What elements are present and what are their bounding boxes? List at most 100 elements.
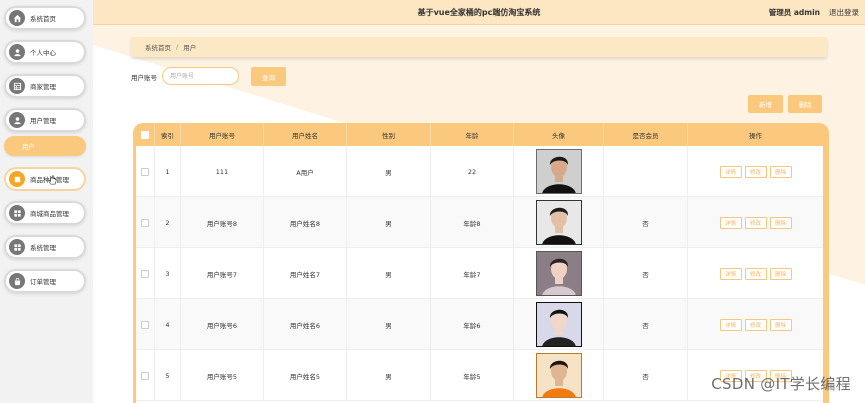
batch-delete-button[interactable]: 删除 [788,95,822,113]
sidebar-item-label: 用户 [22,143,35,151]
row-actions: 详情 修改 删除 [719,216,792,229]
sidebar-item-merchant[interactable]: 商家管理 [4,74,86,98]
edit-button[interactable]: 修改 [744,165,767,178]
avatar-image [535,200,582,245]
member-cell [604,146,688,197]
gender-cell: 男 [347,146,431,197]
breadcrumb-home[interactable]: 系统首页 [145,42,171,52]
sidebar-item-system[interactable]: 系统管理 [4,235,86,259]
detail-button[interactable]: 详情 [719,216,742,229]
avatar-image [535,302,582,347]
avatar-cell [514,146,604,197]
sidebar-item-label: 系统首页 [30,15,56,23]
row-actions: 详情 修改 删除 [719,267,792,280]
delete-button[interactable]: 删除 [769,267,792,280]
sidebar-item-profile[interactable]: 个人中心 [4,40,86,64]
index-cell: 1 [155,146,181,197]
user-icon [9,112,25,128]
user-icon [9,44,25,60]
delete-button[interactable]: 删除 [769,216,792,229]
account-cell: 用户账号8 [181,197,264,248]
main-content: 系统首页 / 用户 用户账号 查询 新增 删除 索引 用户账号 用户姓名 性别 … [93,25,865,403]
row-actions: 详情 修改 删除 [719,318,792,331]
search-input[interactable] [162,67,239,85]
table-body: 1 111 A用户男 22 详情 修改 删除 2 用户账号8 用户姓名8 男年龄8 否详情 修改 删除 3 用… [136,146,823,403]
table-header: 索引 用户账号 用户姓名 性别 年龄 头像 是否会员 操作 [133,123,829,146]
age-cell: 年龄5 [431,350,514,401]
sidebar-item-user-mgmt[interactable]: 用户管理 [4,108,86,132]
add-button[interactable]: 新增 [748,95,783,113]
actions-cell: 详情 修改 删除 [688,248,823,299]
edit-button[interactable]: 修改 [744,318,767,331]
avatar-cell [514,350,604,401]
page-title: 基于vue全家桶的pc端仿淘宝系统 [417,8,541,17]
table-row: 4 用户账号6 用户姓名6 男年龄6 否 详情 修改 删除 [136,299,823,350]
row-select-cell [136,146,155,197]
gender-cell: 男 [347,197,431,248]
sidebar-item-products[interactable]: 商城商品管理 [4,201,86,225]
avatar-cell [514,248,604,299]
query-button[interactable]: 查询 [251,67,286,86]
name-cell: A用户 [264,146,347,197]
name-cell: 用户姓名6 [264,299,347,350]
column-header: 用户账号 [181,123,264,146]
breadcrumb-current: 用户 [183,44,197,52]
row-checkbox[interactable] [141,218,149,227]
category-icon [9,171,25,187]
age-cell: 年龄8 [431,197,514,248]
user-table: 索引 用户账号 用户姓名 性别 年龄 头像 是否会员 操作 1 111 A用户男 22… [133,123,829,403]
column-header: 年龄 [431,123,514,146]
row-checkbox[interactable] [141,371,149,380]
actions-cell: 详情 修改 删除 [688,299,823,350]
name-cell: 用户姓名5 [264,350,347,401]
apps-icon [9,239,25,255]
sidebar-item-label: 个人中心 [30,49,56,57]
gender-cell: 男 [347,248,431,299]
member-cell: 否 [604,350,688,401]
column-header: 用户姓名 [264,123,347,146]
bag-icon [9,273,25,289]
row-select-cell [136,299,155,350]
column-header: 性别 [347,123,431,146]
top-header: 基于vue全家桶的pc端仿淘宝系统 管理员 admin 退出登录 [93,0,865,25]
edit-button[interactable]: 修改 [744,267,767,280]
index-cell: 2 [155,197,181,248]
delete-button[interactable]: 删除 [769,318,792,331]
account-cell: 用户账号6 [181,299,264,350]
current-user: 管理员 admin [768,8,820,17]
sidebar-item-orders[interactable]: 订单管理 [4,269,86,293]
gender-cell: 男 [347,299,431,350]
row-actions: 详情 修改 删除 [719,165,792,178]
row-checkbox[interactable] [141,167,149,176]
table-row: 2 用户账号8 用户姓名8 男年龄8 否 详情 修改 删除 [136,197,823,248]
detail-button[interactable]: 详情 [719,318,742,331]
name-cell: 用户姓名8 [264,197,347,248]
row-checkbox[interactable] [141,269,149,278]
avatar-image [535,251,582,296]
age-cell: 年龄6 [431,299,514,350]
avatar-image [535,353,582,398]
breadcrumb-separator: / [176,43,179,51]
edit-button[interactable]: 修改 [744,216,767,229]
delete-button[interactable]: 删除 [769,165,792,178]
age-cell: 22 [431,146,514,197]
gender-cell: 男 [347,350,431,401]
member-cell: 否 [604,248,688,299]
logout-link[interactable]: 退出登录 [829,7,859,18]
detail-button[interactable]: 详情 [719,267,742,280]
account-cell: 用户账号5 [181,350,264,401]
sidebar-item-home[interactable]: 系统首页 [4,6,86,30]
column-header: 头像 [514,123,604,146]
row-select-cell [136,350,155,401]
row-checkbox[interactable] [141,320,149,329]
account-cell: 用户账号7 [181,248,264,299]
breadcrumb: 系统首页 / 用户 [131,37,827,57]
sidebar-subitem-user[interactable]: 用户 [4,136,86,156]
sidebar-item-category[interactable]: 商品种类管理 [4,167,86,191]
hand-cursor-icon [48,175,57,185]
detail-button[interactable]: 详情 [719,165,742,178]
actions-cell: 详情 修改 删除 [688,146,823,197]
index-cell: 3 [155,248,181,299]
column-header: 是否会员 [604,123,688,146]
select-all-checkbox[interactable] [141,130,149,139]
